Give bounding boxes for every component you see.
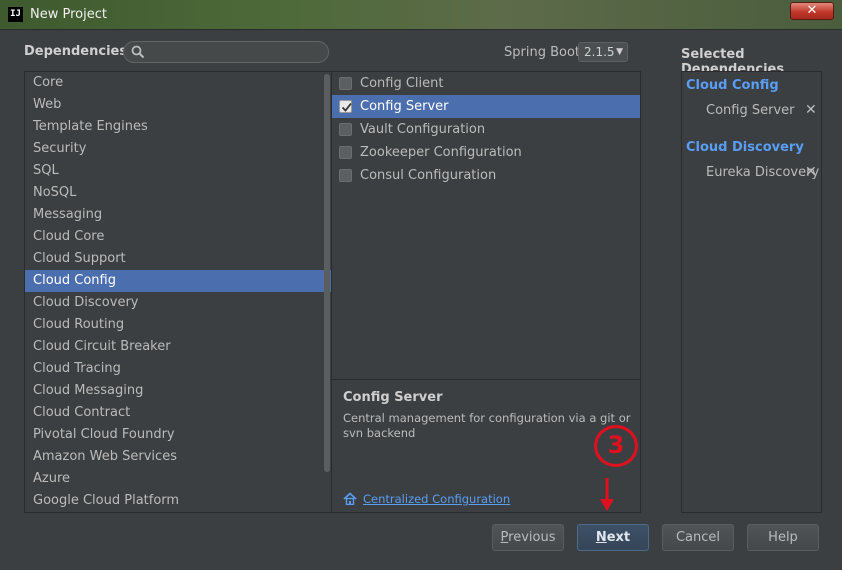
description-title: Config Server <box>343 390 443 405</box>
checkbox-icon[interactable] <box>339 169 352 182</box>
checkbox-icon[interactable] <box>339 146 352 159</box>
intellij-icon: IJ <box>8 7 23 22</box>
previous-mnemonic: P <box>500 530 509 545</box>
spring-boot-version-value: 2.1.5 <box>584 45 615 59</box>
chevron-down-icon: ▼ <box>616 47 623 57</box>
dependency-label: Config Client <box>360 76 444 91</box>
category-item-cloud-support[interactable]: Cloud Support <box>25 248 331 270</box>
category-scrollbar[interactable] <box>324 74 330 472</box>
dependency-item-config-client[interactable]: Config Client <box>332 72 640 95</box>
category-item-cloud-config[interactable]: Cloud Config <box>25 270 331 292</box>
category-item-cloud-messaging[interactable]: Cloud Messaging <box>25 380 331 402</box>
selected-group-cloud-config: Cloud Config <box>686 78 779 93</box>
category-list: Core Web Template Engines Security SQL NoSQL M… <box>24 71 332 513</box>
cancel-button[interactable]: Cancel <box>662 524 734 551</box>
annotation-arrow-icon <box>600 478 614 511</box>
category-item-cloud-tracing[interactable]: Cloud Tracing <box>25 358 331 380</box>
selected-item-eureka-discovery: Eureka Discovery <box>706 165 820 180</box>
checkbox-icon[interactable] <box>339 123 352 136</box>
help-button[interactable]: Help <box>747 524 819 551</box>
category-item-nosql[interactable]: NoSQL <box>25 182 331 204</box>
dependency-label: Consul Configuration <box>360 168 497 183</box>
home-icon <box>343 492 357 505</box>
selected-dependencies-panel: Cloud Config Config Server ✕ Cloud Disco… <box>681 71 822 513</box>
dependency-label: Vault Configuration <box>360 122 486 137</box>
spring-boot-version-select[interactable]: 2.1.5 ▼ <box>578 42 628 62</box>
next-label: ext <box>606 530 631 545</box>
category-item-cloud-circuit-breaker[interactable]: Cloud Circuit Breaker <box>25 336 331 358</box>
previous-label: revious <box>508 530 556 545</box>
search-box[interactable] <box>123 41 329 63</box>
spring-boot-label: Spring Boot <box>504 45 581 60</box>
dependency-item-config-server[interactable]: Config Server <box>332 95 640 118</box>
category-item-core[interactable]: Core <box>25 72 331 94</box>
window-title: New Project <box>30 7 107 22</box>
centralized-configuration-link[interactable]: Centralized Configuration <box>363 492 510 506</box>
dependency-label: Zookeeper Configuration <box>360 145 522 160</box>
category-item-pivotal-cloud-foundry[interactable]: Pivotal Cloud Foundry <box>25 424 331 446</box>
selected-item-config-server: Config Server <box>706 103 795 118</box>
dependency-label: Config Server <box>360 99 449 114</box>
selected-group-cloud-discovery: Cloud Discovery <box>686 140 804 155</box>
category-item-google-cloud-platform[interactable]: Google Cloud Platform <box>25 490 331 512</box>
dependency-list: Config Client Config Server Vault Configur… <box>332 71 641 379</box>
category-item-web[interactable]: Web <box>25 94 331 116</box>
search-input[interactable] <box>148 44 323 60</box>
previous-button[interactable]: Previous <box>492 524 564 551</box>
dependency-item-zookeeper-configuration[interactable]: Zookeeper Configuration <box>332 141 640 164</box>
checkbox-checked-icon[interactable] <box>339 100 352 113</box>
close-button[interactable]: ✕ <box>790 2 834 20</box>
search-icon <box>131 45 145 59</box>
dependency-item-vault-configuration[interactable]: Vault Configuration <box>332 118 640 141</box>
category-item-azure[interactable]: Azure <box>25 468 331 490</box>
description-text: Central management for configuration via… <box>343 411 631 440</box>
category-item-cloud-discovery[interactable]: Cloud Discovery <box>25 292 331 314</box>
remove-eureka-discovery-icon[interactable]: ✕ <box>805 164 817 180</box>
category-item-messaging[interactable]: Messaging <box>25 204 331 226</box>
category-item-cloud-contract[interactable]: Cloud Contract <box>25 402 331 424</box>
title-bar: IJ New Project ✕ <box>0 0 842 30</box>
dependencies-label: Dependencies <box>24 44 128 59</box>
category-item-cloud-routing[interactable]: Cloud Routing <box>25 314 331 336</box>
category-item-template-engines[interactable]: Template Engines <box>25 116 331 138</box>
remove-config-server-icon[interactable]: ✕ <box>805 102 817 118</box>
category-item-sql[interactable]: SQL <box>25 160 331 182</box>
next-button[interactable]: Next <box>577 524 649 551</box>
dependency-item-consul-configuration[interactable]: Consul Configuration <box>332 164 640 187</box>
next-mnemonic: N <box>595 530 607 545</box>
category-item-security[interactable]: Security <box>25 138 331 160</box>
checkbox-icon[interactable] <box>339 77 352 90</box>
category-item-cloud-core[interactable]: Cloud Core <box>25 226 331 248</box>
annotation-circle: 3 <box>594 425 638 467</box>
category-item-amazon-web-services[interactable]: Amazon Web Services <box>25 446 331 468</box>
annotation-number: 3 <box>607 431 625 459</box>
